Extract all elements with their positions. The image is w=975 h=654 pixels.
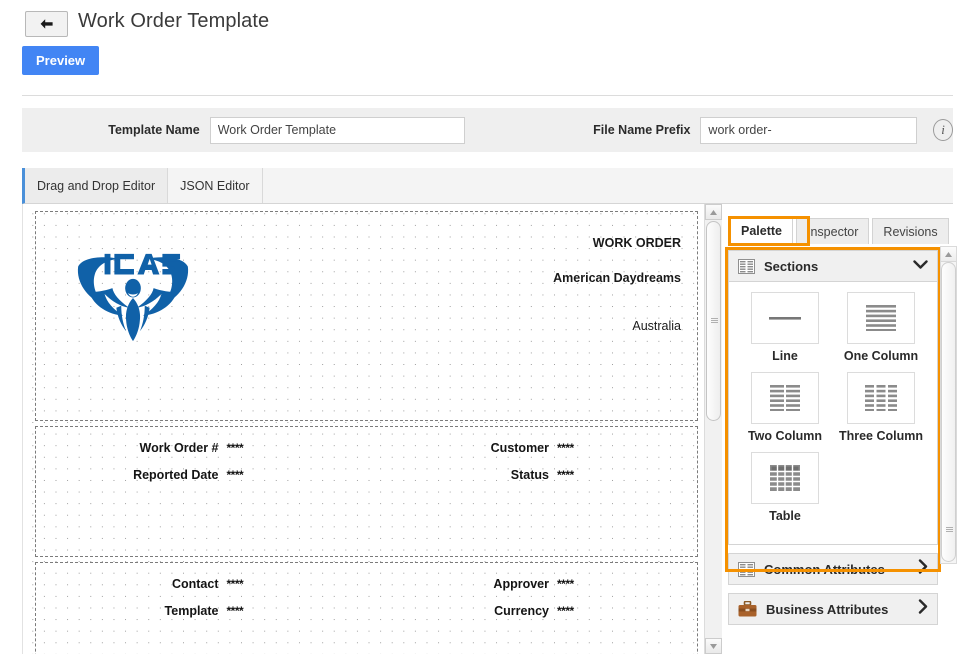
three-column-icon: [847, 372, 915, 424]
accordion-header-business-attributes[interactable]: Business Attributes: [728, 593, 938, 625]
accordion-title-business-attributes: Business Attributes: [766, 601, 889, 617]
palette-label-line: Line: [772, 349, 798, 363]
field-cell[interactable]: Contact ****: [36, 577, 367, 591]
line-icon: [751, 292, 819, 344]
palette-item-two-column[interactable]: Two Column: [737, 372, 833, 443]
palette-item-table[interactable]: Table: [737, 452, 833, 523]
tab-palette[interactable]: Palette: [730, 216, 793, 244]
right-side-panel: Palette Inspector Revisions Sections Lin…: [725, 214, 975, 654]
scroll-thumb-grip-icon: [946, 527, 953, 533]
columns-icon: [738, 561, 755, 577]
tab-json-editor[interactable]: JSON Editor: [168, 168, 263, 203]
field-label-reported-date: Reported Date: [133, 468, 219, 482]
scroll-up-arrow-icon[interactable]: [941, 247, 956, 262]
template-meta-band: Template Name File Name Prefix i: [22, 108, 953, 152]
canvas-section-header[interactable]: WORK ORDER American Daydreams Australia: [35, 211, 698, 421]
top-bar: Work Order Template Preview: [0, 0, 975, 98]
field-value-reported-date: ****: [226, 468, 244, 482]
right-panel-scrollbar[interactable]: [940, 246, 957, 564]
accordion-title-common-attributes: Common Attributes: [764, 561, 885, 577]
canvas-header-text-block: WORK ORDER American Daydreams Australia: [553, 236, 681, 333]
tab-drag-and-drop-editor[interactable]: Drag and Drop Editor: [25, 168, 169, 203]
field-cell[interactable]: Currency ****: [367, 604, 698, 618]
field-cell[interactable]: Status ****: [367, 468, 698, 482]
scroll-down-arrow-icon[interactable]: [705, 638, 722, 654]
header-line-work-order: WORK ORDER: [592, 236, 681, 250]
chevron-right-icon[interactable]: [918, 559, 928, 579]
field-row: Contact **** Approver ****: [36, 563, 697, 591]
preview-button[interactable]: Preview: [22, 46, 100, 75]
field-label-contact: Contact: [171, 577, 219, 591]
palette-label-one-column: One Column: [843, 349, 919, 363]
page-title: Work Order Template: [78, 10, 270, 32]
field-row: Work Order # **** Customer ****: [36, 427, 697, 455]
editor-tab-bar: Drag and Drop Editor JSON Editor: [22, 168, 953, 204]
canvas-vertical-scrollbar[interactable]: [704, 204, 722, 654]
palette-accordion: Sections Line One Column Two Column Thre…: [728, 250, 938, 625]
icas-logo: [73, 247, 193, 345]
tab-inspector[interactable]: Inspector: [796, 218, 870, 244]
field-cell[interactable]: Work Order # ****: [36, 441, 367, 455]
scroll-up-arrow-icon[interactable]: [705, 204, 722, 220]
field-label-template: Template: [164, 604, 219, 618]
header-line-country: Australia: [632, 319, 681, 333]
accordion-header-sections[interactable]: Sections: [728, 250, 938, 282]
one-column-icon: [847, 292, 915, 344]
columns-icon: [738, 258, 755, 274]
chevron-down-icon[interactable]: [913, 257, 928, 275]
sections-palette-grid: Line One Column Two Column Three Column …: [728, 282, 938, 545]
field-cell[interactable]: Approver ****: [367, 577, 698, 591]
back-button[interactable]: [25, 11, 68, 37]
field-label-customer: Customer: [490, 441, 549, 455]
field-value-customer: ****: [557, 441, 574, 455]
field-row: Reported Date **** Status ****: [36, 455, 697, 482]
field-cell[interactable]: Template ****: [36, 604, 367, 618]
canvas-section-fields-2[interactable]: Contact **** Approver **** Template ****…: [35, 562, 698, 654]
file-name-prefix-input[interactable]: [700, 116, 918, 144]
template-canvas-wrapper: WORK ORDER American Daydreams Australia …: [22, 204, 722, 654]
file-name-prefix-label: File Name Prefix: [593, 123, 691, 137]
field-cell[interactable]: Reported Date ****: [36, 468, 367, 482]
template-name-input[interactable]: [209, 116, 465, 144]
right-panel-scroll-thumb[interactable]: [941, 262, 956, 562]
table-icon: [751, 452, 819, 504]
field-label-approver: Approver: [493, 577, 549, 591]
chevron-right-icon[interactable]: [918, 599, 928, 619]
template-canvas[interactable]: WORK ORDER American Daydreams Australia …: [23, 204, 704, 654]
header-line-company: American Daydreams: [553, 271, 681, 285]
palette-item-three-column[interactable]: Three Column: [833, 372, 929, 443]
field-cell[interactable]: Customer ****: [367, 441, 698, 455]
palette-item-one-column[interactable]: One Column: [833, 292, 929, 363]
field-value-template: ****: [226, 604, 244, 618]
palette-label-table: Table: [769, 509, 801, 523]
scroll-thumb-grip-icon: [711, 318, 718, 324]
accordion-title-sections: Sections: [764, 258, 819, 274]
field-row: Template **** Currency ****: [36, 591, 697, 618]
canvas-scroll-thumb[interactable]: [706, 221, 721, 421]
accordion-header-common-attributes[interactable]: Common Attributes: [728, 553, 938, 585]
template-name-label: Template Name: [108, 123, 200, 137]
app-root: Work Order Template Preview Template Nam…: [0, 0, 975, 654]
palette-label-two-column: Two Column: [747, 429, 823, 443]
field-value-status: ****: [557, 468, 574, 482]
field-label-currency: Currency: [494, 604, 549, 618]
field-label-status: Status: [510, 468, 549, 482]
arrow-left-icon: [39, 18, 54, 30]
field-value-approver: ****: [557, 577, 574, 591]
field-value-contact: ****: [226, 577, 244, 591]
header-divider: [22, 95, 953, 96]
field-value-work-order-number: ****: [226, 441, 244, 455]
field-value-currency: ****: [557, 604, 574, 618]
canvas-section-fields-1[interactable]: Work Order # **** Customer **** Reported…: [35, 426, 698, 557]
palette-label-three-column: Three Column: [838, 429, 924, 443]
field-label-work-order-number: Work Order #: [139, 441, 219, 455]
right-panel-tab-bar: Palette Inspector Revisions: [730, 214, 975, 244]
info-icon[interactable]: i: [933, 119, 953, 141]
two-column-icon: [751, 372, 819, 424]
palette-item-line[interactable]: Line: [737, 292, 833, 363]
tab-revisions[interactable]: Revisions: [872, 218, 949, 244]
briefcase-icon: [738, 601, 757, 617]
